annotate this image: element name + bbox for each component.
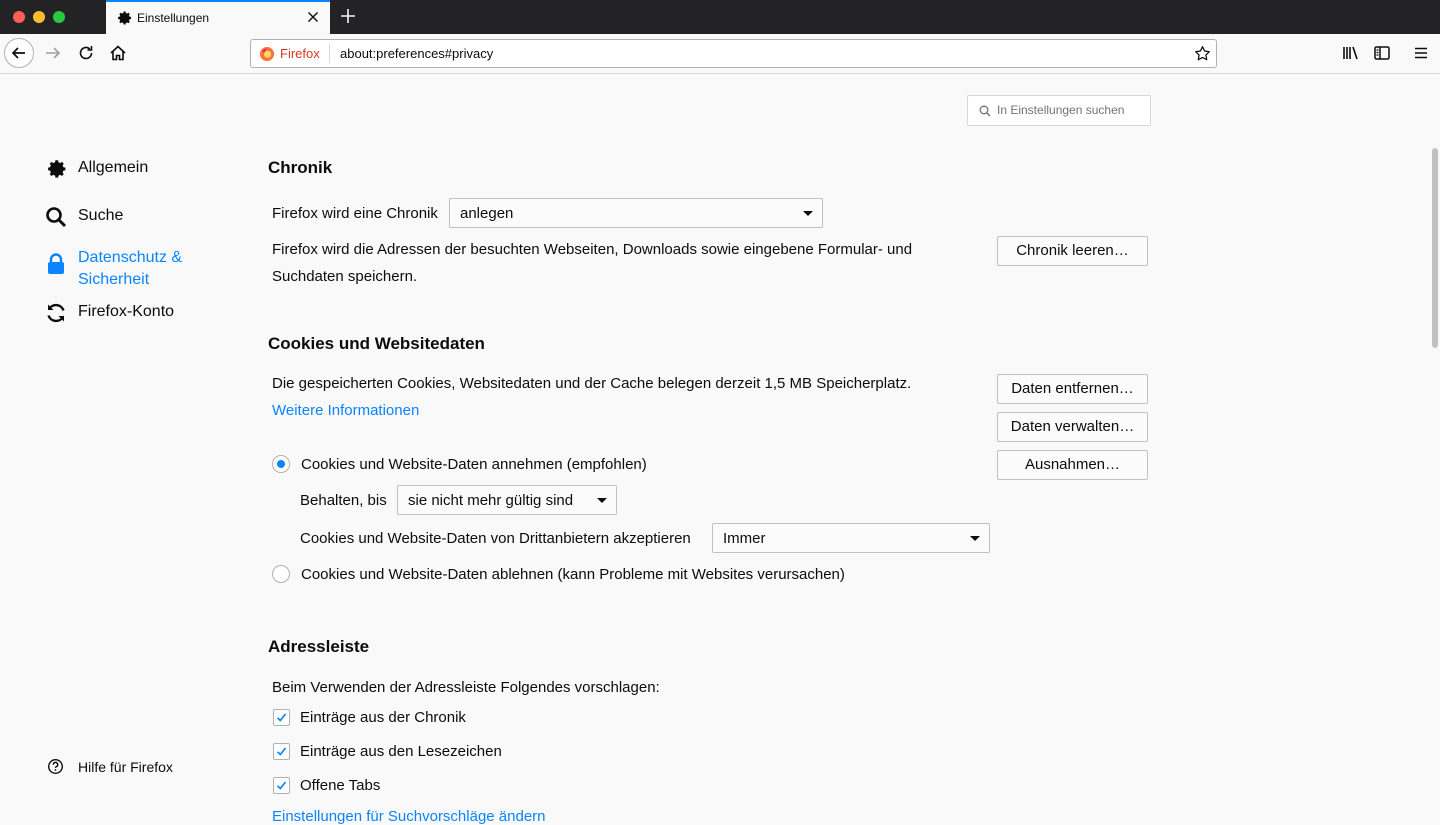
history-suggest-checkbox[interactable] <box>273 709 290 726</box>
bookmarks-suggest-checkbox[interactable] <box>273 743 290 760</box>
manage-data-button[interactable]: Daten verwalten… <box>997 412 1148 442</box>
sidebar-item-label: Firefox-Konto <box>78 303 175 320</box>
history-description: Firefox wird die Adressen der besuchten … <box>272 241 913 285</box>
window-minimize-button[interactable] <box>33 11 45 23</box>
gear-icon <box>48 160 66 178</box>
chevron-down-icon <box>803 211 813 216</box>
addressbar-intro: Beim Verwenden der Adressleiste Folgende… <box>272 679 660 696</box>
bookmarks-suggest-label[interactable]: Einträge aus den Lesezeichen <box>300 743 502 760</box>
help-icon <box>47 758 64 775</box>
third-party-label: Cookies und Website-Daten von Drittanbie… <box>300 530 691 547</box>
third-party-select[interactable]: Immer <box>712 523 990 553</box>
arrow-left-icon <box>11 47 25 59</box>
url-bar[interactable]: Firefox about:preferences#privacy <box>250 39 1217 68</box>
history-mode-select[interactable]: anlegen <box>449 198 823 228</box>
chevron-down-icon <box>970 536 980 541</box>
library-icon[interactable] <box>1340 43 1360 63</box>
search-input[interactable] <box>995 102 1149 118</box>
tab-preferences[interactable]: Einstellungen <box>106 0 330 34</box>
sidebar-item-label: Suche <box>78 207 124 224</box>
more-info-link[interactable]: Weitere Informationen <box>272 402 419 419</box>
url-identity-label: Firefox <box>280 46 320 61</box>
bookmark-star-icon[interactable] <box>1194 45 1211 62</box>
new-tab-icon[interactable] <box>338 6 358 26</box>
help-label: Hilfe für Firefox <box>78 759 173 775</box>
preferences-search[interactable] <box>967 95 1151 126</box>
history-suggest-label[interactable]: Einträge aus der Chronik <box>300 709 466 726</box>
radio-selected-dot <box>277 460 285 468</box>
keep-until-label: Behalten, bis <box>300 492 387 509</box>
keep-until-select[interactable]: sie nicht mehr gültig sind <box>397 485 617 515</box>
remove-data-button[interactable]: Daten entfernen… <box>997 374 1148 404</box>
addressbar-heading: Adressleiste <box>268 637 370 656</box>
tab-strip: Einstellungen <box>0 0 1440 34</box>
cookies-usage-text: Die gespeicherten Cookies, Websitedaten … <box>272 375 912 392</box>
reload-icon[interactable] <box>76 43 96 63</box>
checkmark-icon <box>276 713 287 722</box>
help-link[interactable]: Hilfe für Firefox <box>47 758 173 780</box>
open-tabs-suggest-label[interactable]: Offene Tabs <box>300 777 380 794</box>
history-mode-value: anlegen <box>460 205 514 222</box>
search-icon <box>46 207 67 228</box>
sidebar-icon[interactable] <box>1372 43 1392 63</box>
accept-cookies-label[interactable]: Cookies und Website-Daten annehmen (empf… <box>301 456 647 473</box>
block-cookies-radio[interactable] <box>272 565 290 583</box>
open-tabs-suggest-checkbox[interactable] <box>273 777 290 794</box>
window-close-button[interactable] <box>13 11 25 23</box>
checkmark-icon <box>276 747 287 756</box>
lock-icon <box>48 253 64 274</box>
third-party-value: Immer <box>723 530 766 547</box>
url-text[interactable]: about:preferences#privacy <box>340 46 493 61</box>
firefox-icon <box>260 47 274 61</box>
search-suggestions-settings-link[interactable]: Einstellungen für Suchvorschläge ändern <box>272 808 546 825</box>
exceptions-button[interactable]: Ausnahmen… <box>997 450 1148 480</box>
block-cookies-label[interactable]: Cookies und Website-Daten ablehnen (kann… <box>301 566 845 583</box>
forward-icon[interactable] <box>43 43 63 63</box>
sidebar-item-label: Allgemein <box>78 159 149 176</box>
history-mode-label: Firefox wird eine Chronik <box>272 205 438 222</box>
close-icon[interactable] <box>304 8 322 26</box>
back-button[interactable] <box>4 38 34 68</box>
home-icon[interactable] <box>108 43 128 63</box>
sidebar-item-label: Datenschutz & Sicherheit <box>78 249 183 288</box>
keep-until-value: sie nicht mehr gültig sind <box>408 492 574 509</box>
cookies-heading: Cookies und Websitedaten <box>268 334 485 353</box>
accept-cookies-radio[interactable] <box>272 455 290 473</box>
nav-bar: Firefox about:preferences#privacy <box>0 34 1440 74</box>
url-separator <box>329 44 330 63</box>
history-heading: Chronik <box>268 158 333 177</box>
scrollbar-thumb[interactable] <box>1432 148 1438 348</box>
hamburger-menu-icon[interactable] <box>1411 43 1431 63</box>
gear-icon <box>118 11 132 25</box>
clear-history-button[interactable]: Chronik leeren… <box>997 236 1148 266</box>
search-icon <box>979 105 991 117</box>
chevron-down-icon <box>597 498 607 503</box>
window-zoom-button[interactable] <box>53 11 65 23</box>
sync-icon <box>47 303 65 323</box>
tab-title: Einstellungen <box>137 11 210 25</box>
checkmark-icon <box>276 781 287 790</box>
